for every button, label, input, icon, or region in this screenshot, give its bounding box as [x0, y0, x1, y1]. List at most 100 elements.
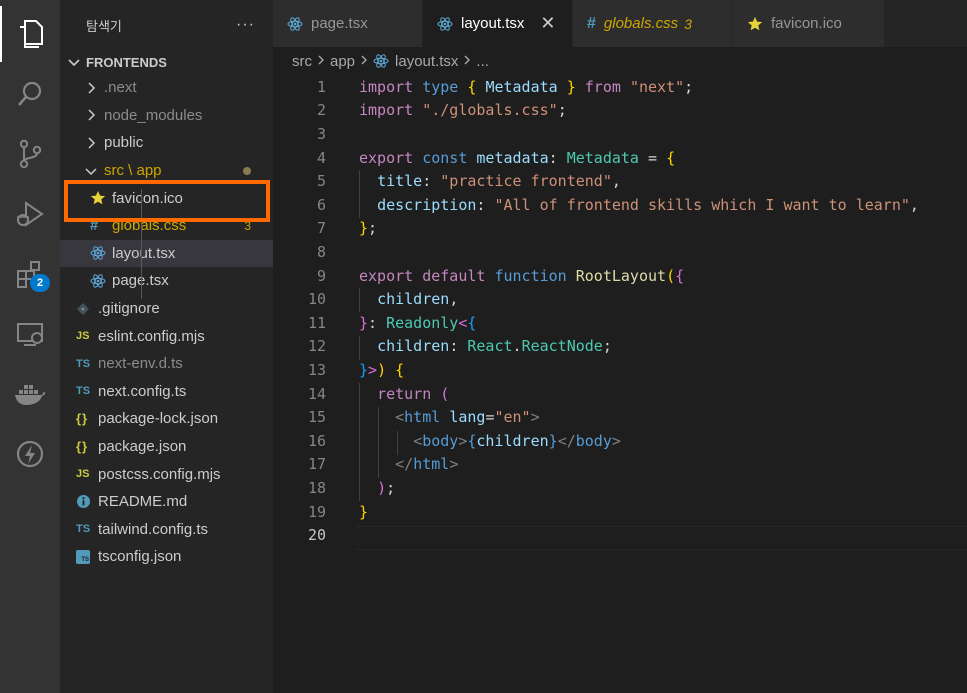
code-line[interactable]: 12 children: React.ReactNode; [273, 335, 967, 359]
code-token: ; [386, 478, 396, 497]
code-token: html [404, 408, 450, 427]
tab-label: layout.tsx [461, 15, 525, 32]
file-eslint-config-mjs[interactable]: JS eslint.config.mjs [60, 322, 273, 350]
code-token: body [422, 431, 459, 450]
chevron-right-icon [88, 109, 96, 121]
tab-page-tsx[interactable]: page.tsx [273, 0, 423, 47]
file-next-config-ts[interactable]: TS next.config.ts [60, 378, 273, 406]
tab-globals-css[interactable]: # globals.css 3 [573, 0, 733, 47]
code-line[interactable]: 4 export const metadata: Metadata = { [273, 146, 967, 170]
code-line[interactable]: 1 import type { Metadata } from "next"; [273, 75, 967, 99]
breadcrumb-src[interactable]: src [292, 53, 312, 70]
code-line[interactable]: 14 return ( [273, 382, 967, 406]
code-token: import [359, 77, 423, 96]
folder-src-app[interactable]: src \ app [60, 157, 273, 185]
code-line[interactable]: 17 </html> [273, 453, 967, 477]
code-token: metadata [476, 148, 549, 167]
run-debug-icon[interactable] [0, 186, 60, 242]
code-token: function [494, 266, 576, 285]
line-number: 10 [307, 290, 326, 309]
breadcrumb-app[interactable]: app [330, 53, 355, 70]
modified-dot [243, 166, 251, 175]
code-token: { [675, 266, 685, 285]
tab-favicon-ico[interactable]: favicon.ico [733, 0, 885, 47]
code-token: ; [368, 219, 378, 238]
source-control-icon[interactable] [0, 126, 60, 182]
file-postcss-config-mjs[interactable]: JS postcss.config.mjs [60, 460, 273, 488]
code-text: description: "All of frontend skills whi… [359, 196, 919, 214]
code-token: "All of frontend skills which I want to … [494, 195, 910, 214]
code-line[interactable]: 6 description: "All of frontend skills w… [273, 193, 967, 217]
line-number: 12 [307, 337, 326, 356]
docker-icon[interactable] [0, 366, 60, 422]
code-line[interactable]: 15 <html lang="en"> [273, 405, 967, 429]
code-token: , [909, 195, 919, 214]
remote-explorer-icon[interactable] [0, 306, 60, 362]
code-token: ( [666, 266, 676, 285]
ts-icon: TS [76, 385, 91, 398]
code-line[interactable]: 9 export default function RootLayout({ [273, 264, 967, 288]
code-line[interactable]: 19} [273, 500, 967, 524]
file-page-tsx[interactable]: page.tsx [60, 267, 273, 295]
code-token: > [368, 360, 378, 379]
search-icon[interactable] [0, 66, 60, 122]
code-token: Readonly [386, 313, 459, 332]
code-token: "./globals.css" [422, 101, 558, 120]
code-line[interactable]: 2 import "./globals.css"; [273, 99, 967, 123]
code-token: : [476, 195, 495, 214]
code-line[interactable]: 13}>) { [273, 358, 967, 382]
tree-item-label: eslint.config.mjs [98, 327, 205, 345]
file-gitignore[interactable]: .gitignore [60, 295, 273, 323]
folder-node-modules[interactable]: node_modules [60, 102, 273, 130]
close-icon[interactable]: ✕ [540, 13, 555, 34]
code-line[interactable]: 16 <body>{children}</body> [273, 429, 967, 453]
file-next-env-d-ts[interactable]: TS next-env.d.ts [60, 350, 273, 378]
code-token: : [548, 148, 567, 167]
code-line[interactable]: 20 [273, 523, 967, 547]
code-token: default [422, 266, 495, 285]
code-token: ( [440, 384, 450, 403]
code-text: ); [359, 479, 395, 497]
tab-layout-tsx[interactable]: layout.tsx ✕ [423, 0, 573, 47]
tree-item-label: next.config.ts [98, 382, 187, 400]
code-token: from [584, 77, 630, 96]
folder-next[interactable]: .next [60, 74, 273, 102]
workspace-section-header[interactable]: FRONTENDS [60, 50, 273, 74]
code-token: : [368, 313, 387, 332]
tsconfig-icon: TS [76, 549, 98, 564]
file-tsconfig-json[interactable]: TS tsconfig.json [60, 543, 273, 571]
code-token: ; [557, 101, 567, 120]
code-line[interactable]: 18 ); [273, 476, 967, 500]
line-number: 7 [316, 219, 326, 238]
code-line[interactable]: 3 [273, 122, 967, 146]
line-number: 18 [307, 478, 326, 497]
file-package-lock-json[interactable]: {} package-lock.json [60, 405, 273, 433]
file-tailwind-config-ts[interactable]: TS tailwind.config.ts [60, 516, 273, 544]
code-line[interactable]: 8 [273, 240, 967, 264]
breadcrumb-file[interactable]: layout.tsx [395, 53, 458, 70]
code-token: const [422, 148, 477, 167]
file-package-json[interactable]: {} package.json [60, 433, 273, 461]
code-line[interactable]: 7}; [273, 217, 967, 241]
more-actions-button[interactable]: ··· [236, 16, 255, 34]
code-line[interactable]: 11}: Readonly<{ [273, 311, 967, 335]
code-editor[interactable]: 1 import type { Metadata } from "next"; 2 i… [273, 75, 967, 693]
file-globals-css[interactable]: # globals.css 3 [60, 212, 273, 240]
code-token: : [449, 337, 468, 356]
star-icon [90, 190, 112, 206]
code-token: } [359, 502, 369, 521]
lightning-icon[interactable] [0, 426, 60, 482]
file-layout-tsx[interactable]: layout.tsx [60, 239, 273, 268]
file-favicon-ico[interactable]: favicon.ico [60, 184, 273, 212]
file-readme-md[interactable]: README.md [60, 488, 273, 516]
folder-public[interactable]: public [60, 129, 273, 157]
tree-item-label: package.json [98, 438, 187, 456]
code-line[interactable]: 5 title: "practice frontend", [273, 169, 967, 193]
breadcrumb-symbol[interactable]: ... [476, 53, 489, 70]
extensions-icon[interactable] [0, 246, 60, 302]
json-braces-icon: {} [76, 439, 89, 455]
code-line[interactable]: 10 children, [273, 287, 967, 311]
explorer-icon[interactable] [0, 6, 60, 62]
